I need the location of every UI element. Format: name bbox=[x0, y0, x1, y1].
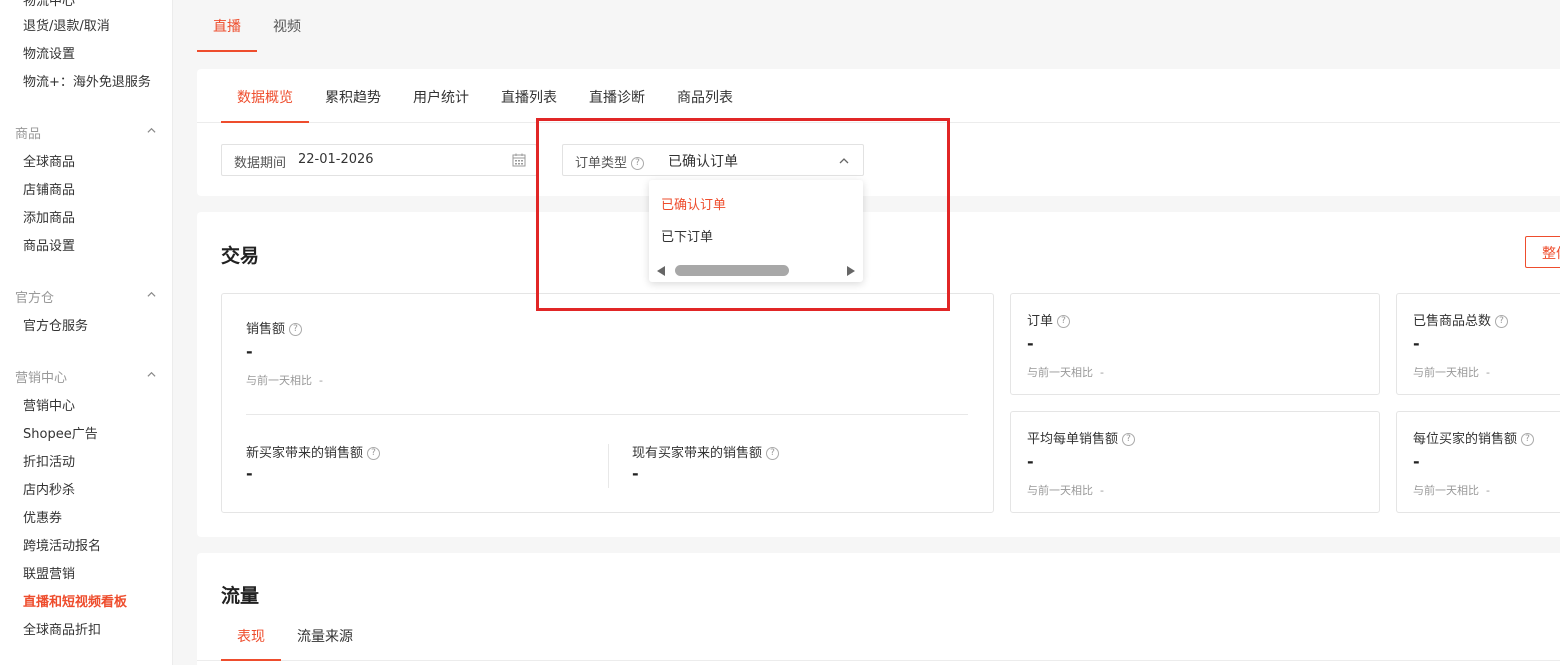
date-picker-value: 22-01-2026 bbox=[298, 152, 374, 167]
sidebar-item-global-products[interactable]: 全球商品 bbox=[23, 151, 75, 170]
sidebar-item-affiliate[interactable]: 联盟营销 bbox=[23, 563, 75, 582]
avg-order-sales-compare: 与前一天相比 - bbox=[1027, 484, 1104, 497]
items-sold-metric-card: 已售商品总数? - 与前一天相比 - bbox=[1396, 293, 1560, 395]
items-sold-compare: 与前一天相比 - bbox=[1413, 366, 1490, 379]
option-confirmed-orders[interactable]: 已确认订单 bbox=[661, 194, 726, 213]
sidebar-item-shopee-ads[interactable]: Shopee广告 bbox=[23, 423, 98, 442]
scrollbar-thumb[interactable] bbox=[675, 265, 789, 276]
tab-live-list[interactable]: 直播列表 bbox=[501, 87, 557, 107]
overview-card: 数据概览 累积趋势 用户统计 直播列表 直播诊断 商品列表 数据期间 22-01… bbox=[197, 69, 1560, 196]
avg-order-sales-value: - bbox=[1027, 452, 1034, 471]
sales-per-buyer-value: - bbox=[1413, 452, 1420, 471]
sidebar-item-global-discount[interactable]: 全球商品折扣 bbox=[23, 619, 101, 638]
overall-button[interactable]: 整体 bbox=[1525, 236, 1560, 268]
scroll-right-arrow-icon[interactable] bbox=[847, 266, 855, 276]
sales-value: - bbox=[246, 342, 253, 361]
help-icon[interactable]: ? bbox=[1057, 315, 1071, 328]
new-buyer-sales-value: - bbox=[246, 464, 253, 483]
help-icon[interactable]: ? bbox=[1122, 433, 1136, 446]
sidebar-item-flash-sale[interactable]: 店内秒杀 bbox=[23, 479, 75, 498]
items-sold-value: - bbox=[1413, 334, 1420, 353]
orders-value: - bbox=[1027, 334, 1034, 353]
orders-label: 订单? bbox=[1027, 310, 1071, 329]
sidebar-item-cross-border-campaigns[interactable]: 跨境活动报名 bbox=[23, 535, 101, 554]
scroll-left-arrow-icon[interactable] bbox=[657, 266, 665, 276]
sidebar-item-add-product[interactable]: 添加商品 bbox=[23, 207, 75, 226]
order-type-value: 已确认订单 bbox=[668, 154, 738, 170]
sidebar-item-returns[interactable]: 退货/退款/取消 bbox=[23, 15, 110, 34]
existing-buyer-sales-label: 现有买家带来的销售额? bbox=[632, 442, 780, 461]
tab-live-diagnosis[interactable]: 直播诊断 bbox=[589, 87, 645, 107]
tab-cumulative-trend[interactable]: 累积趋势 bbox=[325, 87, 381, 107]
help-icon[interactable]: ? bbox=[766, 447, 780, 460]
tab-traffic-source[interactable]: 流量来源 bbox=[297, 626, 353, 646]
sidebar-item-logistics-plus[interactable]: 物流+：海外免退服务 bbox=[23, 71, 151, 90]
existing-buyer-sales-value: - bbox=[632, 464, 639, 483]
sidebar-item-vouchers[interactable]: 优惠券 bbox=[23, 507, 62, 526]
help-icon[interactable]: ? bbox=[1495, 315, 1509, 328]
help-icon[interactable]: ? bbox=[631, 157, 645, 170]
chevron-up-icon bbox=[147, 291, 156, 297]
divider bbox=[608, 444, 609, 488]
calendar-icon bbox=[512, 153, 526, 167]
trade-section-title: 交易 bbox=[221, 245, 260, 267]
sub-tabs: 数据概览 累积趋势 用户统计 直播列表 直播诊断 商品列表 bbox=[197, 69, 1560, 123]
tab-data-overview[interactable]: 数据概览 bbox=[237, 87, 293, 107]
help-icon[interactable]: ? bbox=[367, 447, 381, 460]
tab-product-list[interactable]: 商品列表 bbox=[677, 87, 733, 107]
sidebar-item-shop-products[interactable]: 店铺商品 bbox=[23, 179, 75, 198]
divider bbox=[246, 414, 968, 415]
sidebar-group-marketing[interactable]: 营销中心 bbox=[15, 367, 160, 386]
sales-metric-card: 销售额? - 与前一天相比 - 新买家带来的销售额? - 现有买家带来的销售额?… bbox=[221, 293, 994, 513]
tab-live[interactable]: 直播 bbox=[213, 16, 241, 36]
chevron-up-icon bbox=[147, 127, 156, 133]
sales-per-buyer-metric-card: 每位买家的销售额? - 与前一天相比 - bbox=[1396, 411, 1560, 513]
sidebar-item-discounts[interactable]: 折扣活动 bbox=[23, 451, 75, 470]
date-picker-label: 数据期间 bbox=[234, 156, 287, 171]
help-icon[interactable]: ? bbox=[1521, 433, 1535, 446]
sidebar-group-logistics-cut: 物流中心 bbox=[23, 0, 76, 9]
new-buyer-sales-label: 新买家带来的销售额? bbox=[246, 442, 381, 461]
option-placed-orders[interactable]: 已下订单 bbox=[661, 226, 713, 245]
tab-performance[interactable]: 表现 bbox=[237, 626, 265, 646]
sales-compare: 与前一天相比 - bbox=[246, 374, 323, 387]
sidebar-item-live-video-dashboard[interactable]: 直播和短视频看板 bbox=[23, 591, 127, 610]
traffic-section-title: 流量 bbox=[221, 585, 260, 607]
orders-metric-card: 订单? - 与前一天相比 - bbox=[1010, 293, 1380, 395]
tab-live-indicator bbox=[197, 50, 257, 52]
chevron-up-icon bbox=[147, 371, 156, 377]
order-type-dropdown: 已确认订单 已下订单 bbox=[649, 180, 863, 282]
divider bbox=[197, 660, 1560, 661]
sidebar: 物流中心 退货/退款/取消 物流设置 物流+：海外免退服务 商品 全球商品 店铺… bbox=[0, 0, 173, 665]
items-sold-label: 已售商品总数? bbox=[1413, 310, 1509, 329]
sales-per-buyer-label: 每位买家的销售额? bbox=[1413, 428, 1535, 447]
avg-order-sales-metric-card: 平均每单销售额? - 与前一天相比 - bbox=[1010, 411, 1380, 513]
traffic-card: 流量 表现 流量来源 bbox=[197, 553, 1560, 665]
sidebar-item-logistics-settings[interactable]: 物流设置 bbox=[23, 43, 75, 62]
help-icon[interactable]: ? bbox=[289, 323, 303, 336]
tab-performance-indicator bbox=[221, 659, 281, 661]
sidebar-item-warehouse-service[interactable]: 官方仓服务 bbox=[23, 315, 88, 334]
trade-card: 交易 整体 销售额? - 与前一天相比 - 新买家带来的销售额? - 现有买家带… bbox=[197, 212, 1560, 537]
tab-video[interactable]: 视频 bbox=[273, 16, 301, 36]
date-picker[interactable]: 数据期间 22-01-2026 bbox=[221, 144, 537, 176]
chevron-up-icon bbox=[839, 158, 849, 164]
avg-order-sales-label: 平均每单销售额? bbox=[1027, 428, 1136, 447]
orders-compare: 与前一天相比 - bbox=[1027, 366, 1104, 379]
tab-user-stats[interactable]: 用户统计 bbox=[413, 87, 469, 107]
sidebar-group-products[interactable]: 商品 bbox=[15, 123, 160, 142]
sales-label: 销售额? bbox=[246, 318, 303, 337]
tab-data-overview-indicator bbox=[221, 121, 309, 123]
dropdown-horizontal-scrollbar[interactable] bbox=[655, 262, 857, 278]
sales-per-buyer-compare: 与前一天相比 - bbox=[1413, 484, 1490, 497]
sidebar-group-warehouse[interactable]: 官方仓 bbox=[15, 287, 160, 306]
sidebar-item-marketing-center[interactable]: 营销中心 bbox=[23, 395, 75, 414]
sidebar-item-product-settings[interactable]: 商品设置 bbox=[23, 235, 75, 254]
order-type-label: 订单类型? bbox=[575, 152, 645, 171]
order-type-select[interactable]: 订单类型? 已确认订单 bbox=[562, 144, 864, 176]
main-content: 直播 视频 数据概览 累积趋势 用户统计 直播列表 直播诊断 商品列表 数据期间… bbox=[173, 0, 1560, 665]
